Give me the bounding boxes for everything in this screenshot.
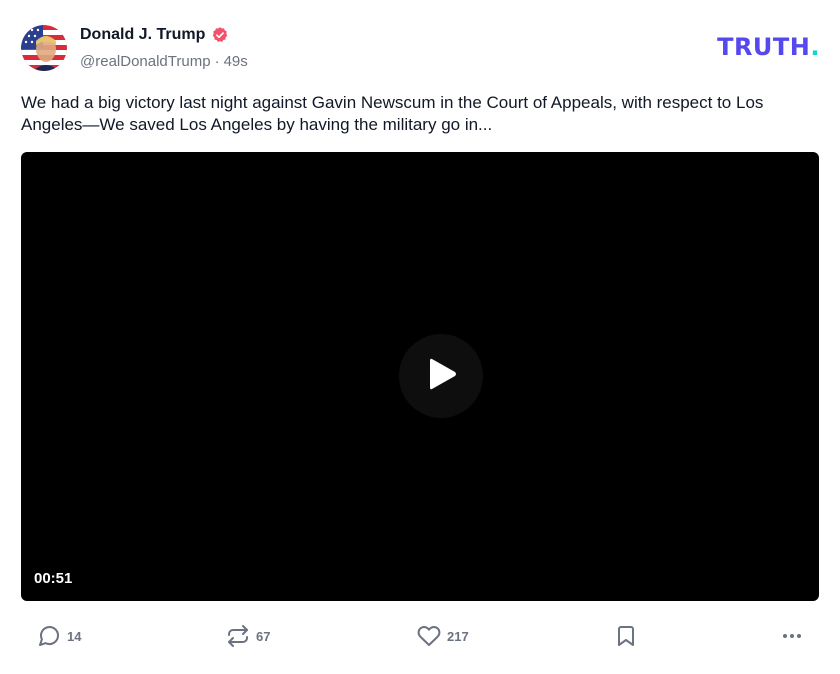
post-body-text: We had a big victory last night against … [21, 93, 764, 134]
author-name[interactable]: Donald J. Trump [80, 25, 229, 45]
video-duration: 00:51 [34, 570, 73, 587]
retruth-icon [226, 624, 250, 648]
author-meta: @realDonaldTrump · 49s [80, 52, 248, 72]
retruth-button[interactable]: 67 [226, 620, 270, 652]
author-handle[interactable]: @realDonaldTrump [80, 53, 211, 70]
video-player[interactable]: 00:51 [21, 152, 819, 601]
logo-text: TRUTH [717, 33, 811, 61]
more-options-button[interactable] [780, 620, 804, 652]
like-count: 217 [447, 628, 469, 644]
logo-dot: . [810, 33, 820, 61]
truth-post: Donald J. Trump @realDonaldTrump · 49s TRU… [0, 0, 840, 674]
reply-count: 14 [67, 628, 82, 644]
verified-badge-icon [211, 26, 229, 44]
truth-social-logo[interactable]: TRUTH. [717, 33, 820, 61]
author-display-name[interactable]: Donald J. Trump [80, 25, 205, 45]
bookmark-button[interactable] [614, 620, 638, 652]
play-icon [421, 354, 461, 399]
play-button[interactable] [399, 334, 483, 418]
meta-separator: · [214, 53, 220, 70]
post-timestamp[interactable]: 49s [224, 53, 248, 70]
more-icon [780, 624, 804, 648]
like-button[interactable]: 217 [417, 620, 469, 652]
reply-button[interactable]: 14 [37, 620, 81, 652]
post-actions-bar: 14 67 217 [0, 620, 840, 652]
bookmark-icon [614, 624, 638, 648]
avatar[interactable] [21, 25, 67, 71]
comment-icon [37, 624, 61, 648]
heart-icon [417, 624, 441, 648]
retruth-count: 67 [256, 628, 271, 644]
